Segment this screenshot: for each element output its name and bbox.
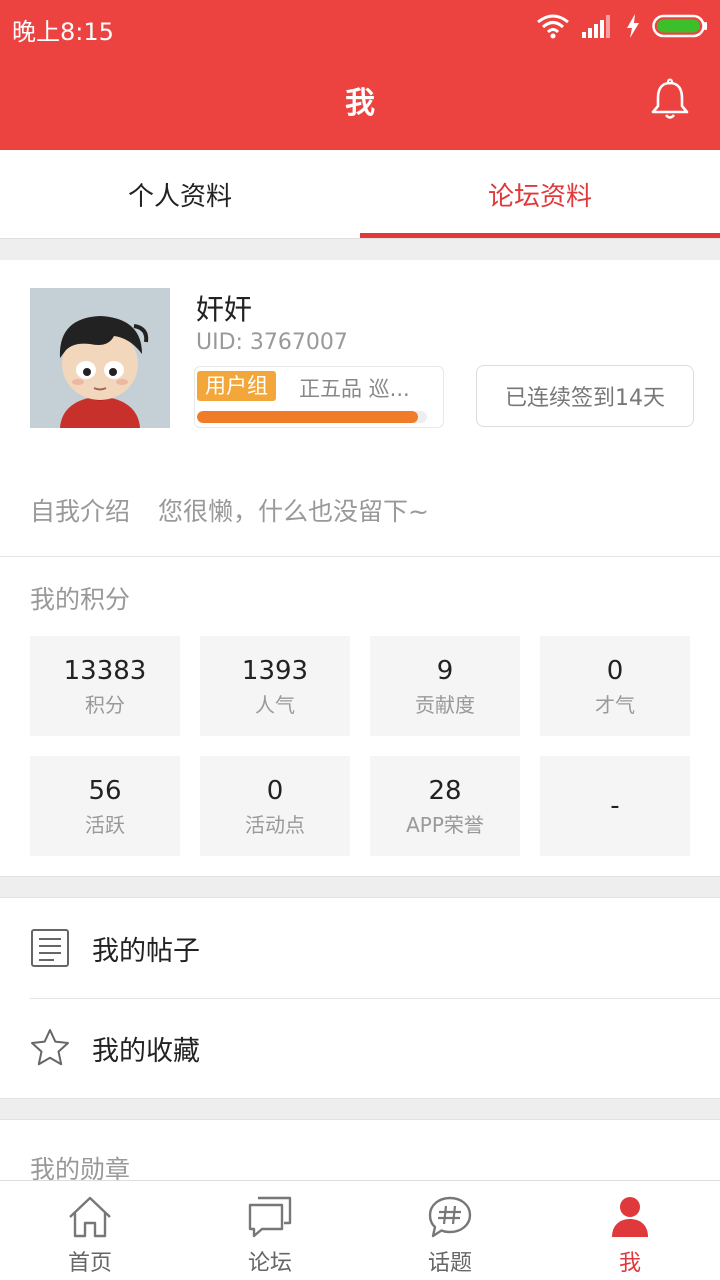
- point-cell: 28 APP荣誉: [370, 756, 520, 856]
- home-icon: [69, 1196, 111, 1238]
- nav-item-home[interactable]: 首页: [0, 1181, 180, 1280]
- point-value: 1393: [241, 656, 309, 686]
- page-title: 我: [345, 86, 375, 121]
- point-label: 贡献度: [415, 693, 475, 717]
- user-icon: [612, 1197, 648, 1237]
- medals-title: 我的勋章: [30, 1155, 131, 1182]
- section-divider: [0, 876, 720, 898]
- chat-icon: [248, 1196, 292, 1238]
- point-label: 人气: [255, 693, 295, 717]
- user-group-rank: 正五品 巡...: [299, 377, 410, 401]
- user-group-box: 用户组 正五品 巡...: [194, 366, 444, 428]
- status-bar: 晚上8:15: [0, 0, 720, 52]
- menu-label: 我的收藏: [92, 1035, 200, 1067]
- avatar[interactable]: [30, 288, 170, 428]
- nav-label: 我: [618, 1251, 641, 1276]
- point-cell: 13383 积分: [30, 636, 180, 736]
- menu-item-my-posts[interactable]: 我的帖子: [0, 898, 720, 998]
- tab-forum-info[interactable]: 论坛资料: [360, 150, 720, 238]
- status-icons: [536, 10, 708, 42]
- point-value: 9: [436, 656, 454, 686]
- point-value: 0: [606, 656, 624, 686]
- self-intro: 自我介绍 您很懒，什么也没留下~: [30, 492, 429, 528]
- menu-item-my-favorites[interactable]: 我的收藏: [0, 998, 720, 1098]
- point-cell: 9 贡献度: [370, 636, 520, 736]
- point-label: 积分: [85, 693, 125, 717]
- nav-label: 首页: [67, 1251, 112, 1276]
- point-label: APP荣誉: [406, 813, 484, 837]
- point-label: 活跃: [85, 813, 125, 837]
- point-label: 活动点: [245, 813, 305, 837]
- nav-label: 论坛: [247, 1251, 292, 1276]
- profile-card: 奸奸 UID: 3767007 用户组 正五品 巡... 已连续签到14天 自我…: [0, 260, 720, 557]
- point-value: 0: [266, 776, 284, 806]
- profile-menu: 我的帖子 我的收藏: [0, 898, 720, 1098]
- hashtag-icon: [428, 1196, 472, 1238]
- point-cell: -: [540, 756, 690, 856]
- nav-item-topics[interactable]: 话题: [360, 1181, 540, 1280]
- point-cell: 56 活跃: [30, 756, 180, 856]
- star-icon: [31, 1029, 69, 1066]
- nav-label: 话题: [427, 1251, 472, 1276]
- section-divider: [0, 238, 720, 260]
- status-time: 晚上8:15: [12, 18, 114, 46]
- profile-tabs: 个人资料 论坛资料: [0, 150, 720, 238]
- point-value: -: [610, 791, 620, 821]
- nav-item-me[interactable]: 我: [540, 1181, 720, 1280]
- point-cell: 1393 人气: [200, 636, 350, 736]
- point-label: 才气: [595, 693, 635, 717]
- points-grid: 13383 积分 1393 人气 9 贡献度 0 才气 56 活跃 0 活动点 28 APP荣…: [30, 636, 690, 856]
- signal-icon: [582, 15, 610, 38]
- level-progress-bar: [197, 411, 427, 423]
- tab-personal-info[interactable]: 个人资料: [0, 150, 360, 238]
- point-cell: 0 才气: [540, 636, 690, 736]
- checkin-button[interactable]: 已连续签到14天: [476, 365, 694, 427]
- point-value: 28: [428, 776, 462, 806]
- points-section: 我的积分 13383 积分 1393 人气 9 贡献度 0 才气 56 活跃 0 活动点 2…: [0, 558, 720, 876]
- point-cell: 0 活动点: [200, 756, 350, 856]
- charging-icon: [627, 14, 639, 38]
- points-title: 我的积分: [30, 585, 131, 614]
- wifi-icon: [537, 14, 569, 39]
- document-icon: [31, 929, 69, 967]
- username: 奸奸: [196, 293, 253, 326]
- medals-section: 我的勋章: [0, 1120, 720, 1182]
- menu-label: 我的帖子: [92, 935, 200, 967]
- nav-item-forum[interactable]: 论坛: [180, 1181, 360, 1280]
- point-value: 13383: [63, 656, 147, 686]
- bell-icon[interactable]: [648, 78, 692, 122]
- user-id: UID: 3767007: [196, 330, 348, 355]
- level-progress-fill: [197, 411, 418, 423]
- app-header: 晚上8:15 我: [0, 0, 720, 150]
- bottom-nav: 首页 论坛 话题 我: [0, 1180, 720, 1280]
- section-divider: [0, 1098, 720, 1120]
- user-group-tag: 用户组: [197, 371, 276, 401]
- battery-icon: [652, 14, 707, 38]
- point-value: 56: [88, 776, 122, 806]
- self-intro-text: 您很懒，什么也没留下~: [157, 497, 429, 526]
- self-intro-label: 自我介绍: [30, 497, 131, 526]
